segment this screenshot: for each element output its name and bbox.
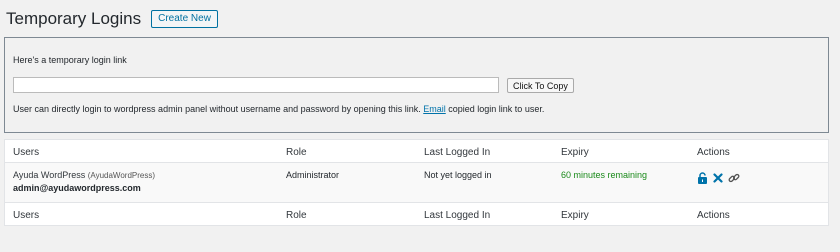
user-email: admin@ayudawordpress.com xyxy=(13,183,141,193)
column-header-last-logged-in: Last Logged In xyxy=(424,147,491,158)
link-note-text: User can directly login to wordpress adm… xyxy=(13,104,421,114)
page-header: Temporary Logins Create New xyxy=(6,9,218,29)
column-footer-expiry: Expiry xyxy=(561,210,589,221)
table-footer-row: Users Role Last Logged In Expiry Actions xyxy=(5,203,828,226)
link-note-text-end: copied login link to user. xyxy=(448,104,545,114)
link-icon[interactable] xyxy=(728,172,740,184)
column-header-role: Role xyxy=(286,147,307,158)
last-logged-in: Not yet logged in xyxy=(424,170,492,180)
column-footer-actions: Actions xyxy=(697,210,730,221)
column-header-actions: Actions xyxy=(697,147,730,158)
user-cell: Ayuda WordPress (AyudaWordPress) admin@a… xyxy=(13,170,155,193)
column-footer-last-logged-in: Last Logged In xyxy=(424,210,491,221)
user-name: Ayuda WordPress xyxy=(13,170,86,180)
column-header-users: Users xyxy=(13,147,40,158)
email-link[interactable]: Email xyxy=(423,104,446,114)
close-icon[interactable] xyxy=(713,173,723,183)
column-footer-users: Users xyxy=(13,210,40,221)
user-login: (AyudaWordPress) xyxy=(87,171,156,180)
lock-icon[interactable] xyxy=(697,172,708,184)
column-header-expiry: Expiry xyxy=(561,147,589,158)
logins-table: Users Role Last Logged In Expiry Actions… xyxy=(4,139,829,226)
table-row: Ayuda WordPress (AyudaWordPress) admin@a… xyxy=(5,163,828,203)
page-title: Temporary Logins xyxy=(6,9,142,28)
row-actions xyxy=(697,172,740,184)
create-new-button[interactable]: Create New xyxy=(151,10,218,28)
temporary-link-panel: Here's a temporary login link Click To C… xyxy=(4,37,829,133)
login-link-input[interactable] xyxy=(13,77,499,93)
click-to-copy-button[interactable]: Click To Copy xyxy=(507,78,574,93)
link-note: User can directly login to wordpress adm… xyxy=(13,104,544,114)
table-header-row: Users Role Last Logged In Expiry Actions xyxy=(5,140,828,163)
column-footer-role: Role xyxy=(286,210,307,221)
expiry-status: 60 minutes remaining xyxy=(561,170,648,180)
link-heading: Here's a temporary login link xyxy=(13,55,127,65)
user-role: Administrator xyxy=(286,170,340,180)
